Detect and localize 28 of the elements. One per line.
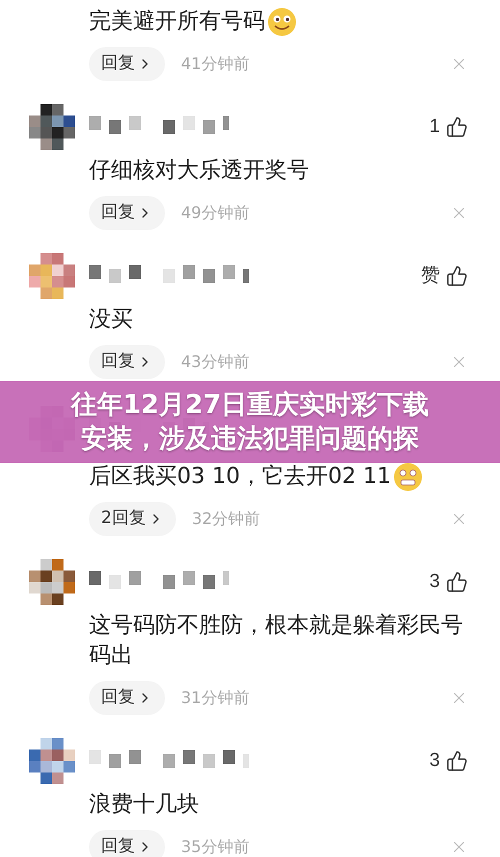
- like-count: 3: [429, 570, 440, 594]
- like-icon[interactable]: [446, 265, 468, 288]
- comment-time: 49分钟前: [181, 202, 250, 224]
- banner-title-line: 往年12月27日重庆实时彩下载: [70, 389, 430, 422]
- reply-button[interactable]: 回复: [89, 196, 165, 230]
- reply-button[interactable]: 2回复: [89, 502, 176, 536]
- comment-time: 41分钟前: [181, 53, 250, 76]
- like-count: 赞: [421, 264, 440, 288]
- comment-text: 仔细核对大乐透开奖号: [89, 157, 310, 186]
- comment-text: 浪费十几块: [89, 791, 200, 820]
- comment-time: 32分钟前: [192, 508, 260, 530]
- reply-button[interactable]: 回复: [89, 681, 165, 716]
- comment-text: 完美避开所有号码: [89, 7, 470, 38]
- comment-time: 31分钟前: [181, 687, 250, 710]
- comment-time: 35分钟前: [181, 836, 250, 857]
- like-count: 3: [429, 748, 440, 773]
- like-count: 1: [429, 114, 440, 139]
- reply-button[interactable]: 回复: [89, 47, 165, 82]
- reply-button[interactable]: 回复: [89, 345, 165, 380]
- comment-text: 后区我买03 10，它去开02 11: [89, 462, 470, 492]
- like-icon[interactable]: [446, 571, 468, 594]
- like-icon[interactable]: [446, 750, 468, 772]
- reply-button[interactable]: 回复: [89, 830, 165, 857]
- banner-title-line: 安装，涉及违法犯罪问题的探: [81, 423, 419, 456]
- like-icon[interactable]: [446, 116, 468, 138]
- comment-text: 这号码防不胜防，根本就是躲着彩民号码出: [89, 612, 464, 670]
- comment-time: 43分钟前: [181, 351, 250, 374]
- comment-text: 没买: [89, 306, 134, 334]
